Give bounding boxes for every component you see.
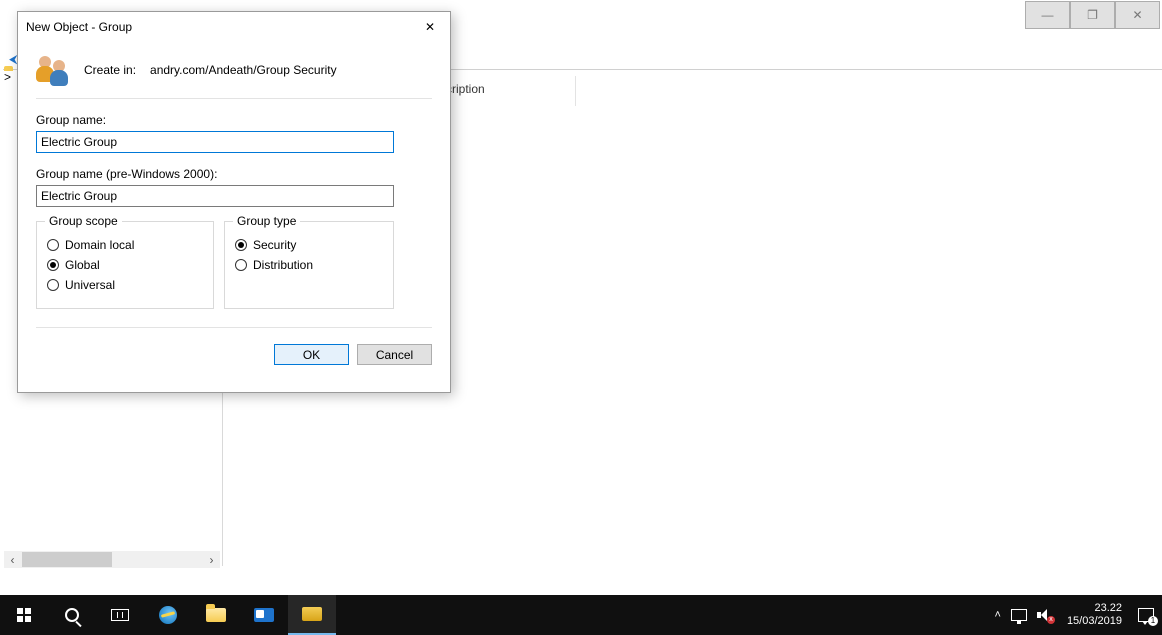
radio-domain-local[interactable]: Domain local — [47, 238, 203, 252]
task-view-button[interactable] — [96, 595, 144, 635]
taskbar-time: 23.22 — [1067, 602, 1122, 615]
action-center-button[interactable]: 1 — [1138, 608, 1154, 622]
tray-overflow-button[interactable]: ˄ — [995, 609, 1001, 621]
group-scope-box: Group scope Domain local Global Universa… — [36, 221, 214, 309]
radio-label: Domain local — [65, 238, 134, 252]
radio-global[interactable]: Global — [47, 258, 203, 272]
group-type-title: Group type — [233, 214, 300, 228]
create-in-row: Create in: andry.com/Andeath/Group Secur… — [36, 42, 432, 98]
group-name-input[interactable] — [36, 131, 394, 153]
radio-icon — [47, 259, 59, 271]
group-type-box: Group type Security Distribution — [224, 221, 394, 309]
maximize-button[interactable]: ❐ — [1070, 1, 1115, 29]
start-button[interactable] — [0, 595, 48, 635]
group-name-label: Group name: — [36, 113, 432, 127]
dialog-titlebar[interactable]: New Object - Group ✕ — [18, 12, 450, 42]
radio-universal[interactable]: Universal — [47, 278, 203, 292]
taskbar-file-explorer[interactable] — [192, 595, 240, 635]
new-object-group-dialog: New Object - Group ✕ Create in: andry.co… — [17, 11, 451, 393]
taskbar-ie[interactable] — [144, 595, 192, 635]
taskbar-app-1[interactable] — [240, 595, 288, 635]
taskbar-app-2-active[interactable] — [288, 595, 336, 635]
group-name-pre2000-input[interactable] — [36, 185, 394, 207]
group-scope-title: Group scope — [45, 214, 122, 228]
app-icon — [302, 607, 322, 621]
scroll-thumb[interactable] — [22, 552, 112, 567]
taskbar-date: 15/03/2019 — [1067, 615, 1122, 628]
network-icon[interactable] — [1011, 609, 1027, 621]
dialog-title: New Object - Group — [26, 20, 410, 34]
search-button[interactable] — [48, 595, 96, 635]
notification-count-badge: 1 — [1148, 616, 1158, 626]
windows-logo-icon — [17, 608, 31, 622]
folder-icon — [206, 608, 226, 622]
radio-label: Security — [253, 238, 296, 252]
internet-explorer-icon — [159, 606, 177, 624]
search-icon — [65, 608, 79, 622]
minimize-button[interactable]: — — [1025, 1, 1070, 29]
dialog-close-button[interactable]: ✕ — [410, 12, 450, 42]
create-in-path: andry.com/Andeath/Group Security — [150, 63, 337, 77]
radio-label: Distribution — [253, 258, 313, 272]
task-view-icon — [111, 609, 129, 621]
app-icon — [254, 608, 274, 622]
taskbar: ˄ x 23.22 15/03/2019 1 — [0, 595, 1162, 635]
radio-icon — [235, 239, 247, 251]
radio-icon — [47, 239, 59, 251]
column-header-fragment: cription — [446, 82, 485, 96]
volume-muted-badge: x — [1047, 616, 1055, 624]
radio-label: Global — [65, 258, 100, 272]
radio-label: Universal — [65, 278, 115, 292]
taskbar-clock[interactable]: 23.22 15/03/2019 — [1061, 602, 1128, 628]
scroll-right-button[interactable]: › — [203, 551, 220, 568]
radio-icon — [235, 259, 247, 271]
system-tray: ˄ x 23.22 15/03/2019 1 — [987, 602, 1162, 628]
ok-button[interactable]: OK — [274, 344, 349, 365]
radio-icon — [47, 279, 59, 291]
volume-icon[interactable]: x — [1037, 609, 1051, 621]
group-name-pre2000-label: Group name (pre-Windows 2000): — [36, 167, 432, 181]
scroll-left-button[interactable]: ‹ — [4, 551, 21, 568]
create-in-label: Create in: — [84, 63, 136, 77]
close-window-button[interactable]: ✕ — [1115, 1, 1160, 29]
group-icon — [36, 54, 70, 86]
radio-distribution[interactable]: Distribution — [235, 258, 383, 272]
horizontal-scrollbar[interactable]: ‹ › — [4, 551, 220, 568]
cancel-button[interactable]: Cancel — [357, 344, 432, 365]
radio-security[interactable]: Security — [235, 238, 383, 252]
